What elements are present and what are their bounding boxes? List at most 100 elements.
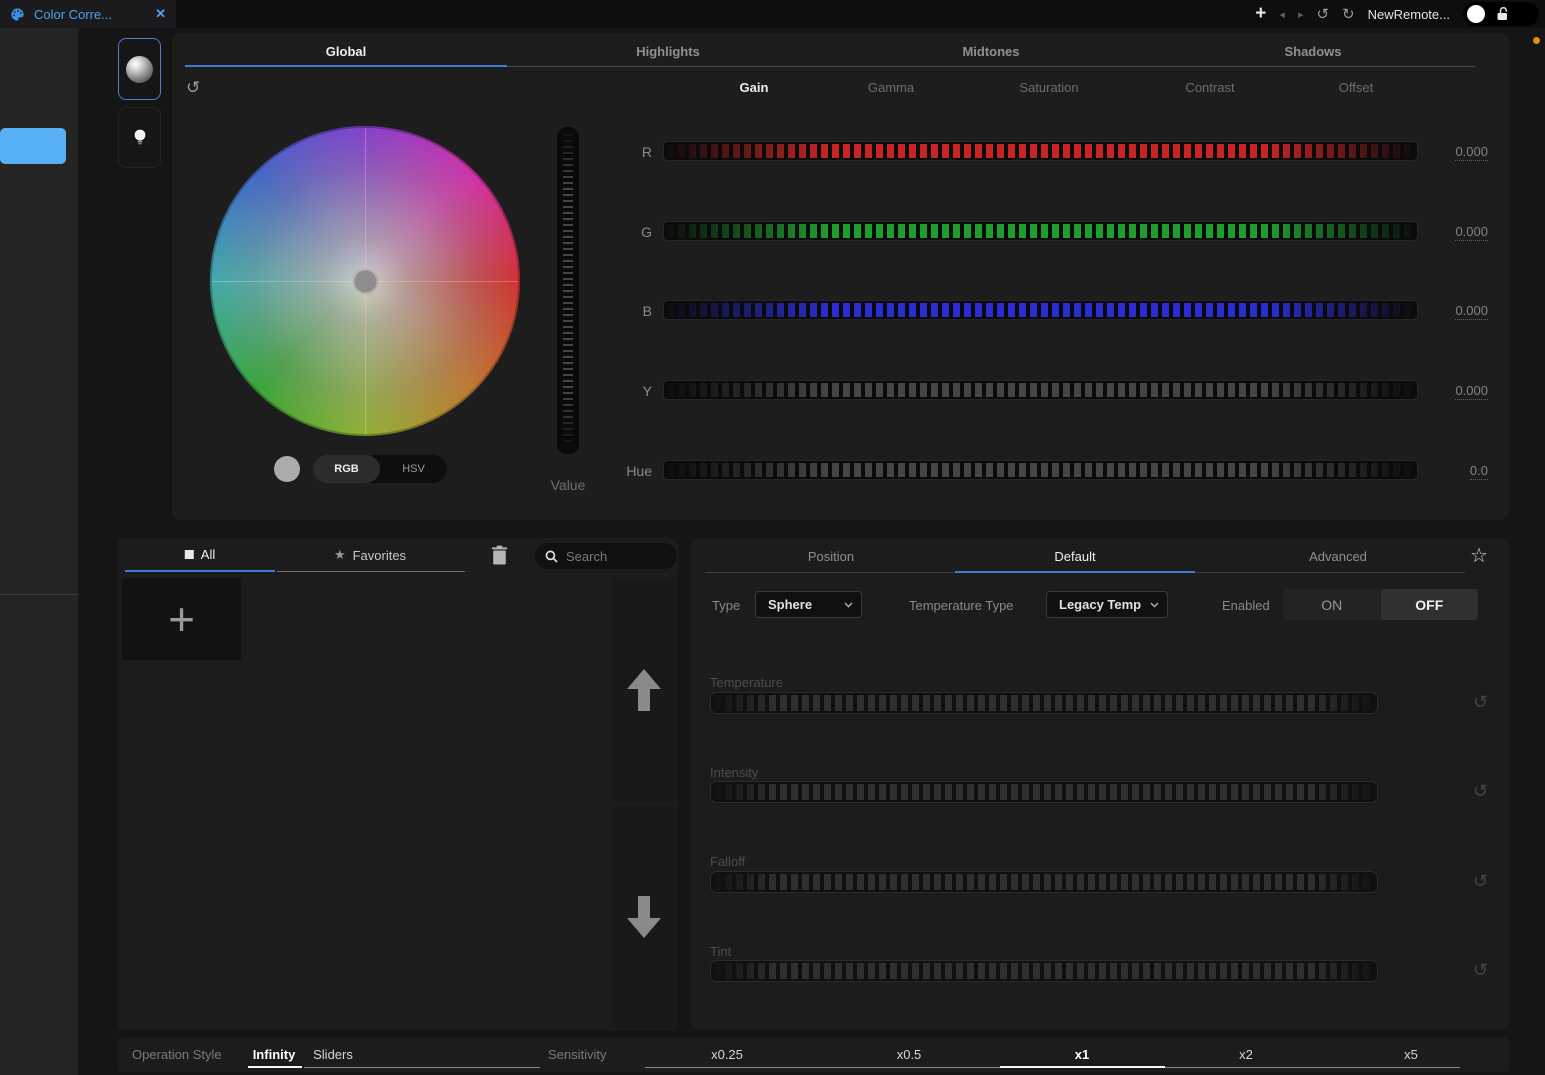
mode-rgb[interactable]: RGB bbox=[313, 455, 380, 483]
tab-advanced[interactable]: Advanced bbox=[1309, 549, 1367, 564]
add-icon[interactable]: + bbox=[1255, 3, 1266, 25]
slider-hue[interactable] bbox=[663, 460, 1418, 480]
undo-icon[interactable]: ↺ bbox=[1316, 7, 1329, 22]
sphere-icon bbox=[126, 56, 153, 83]
sensitivity-x2[interactable]: x2 bbox=[1239, 1047, 1253, 1062]
plus-icon: + bbox=[168, 592, 195, 646]
type-label: Type bbox=[712, 598, 740, 613]
search-input[interactable] bbox=[564, 548, 658, 565]
footer-bar: Operation Style Infinity Sliders Sensiti… bbox=[118, 1038, 1509, 1072]
subtab-gamma[interactable]: Gamma bbox=[868, 80, 914, 95]
scroll-down-button[interactable] bbox=[611, 806, 677, 1028]
value-slider[interactable] bbox=[556, 126, 580, 455]
slider-value-y[interactable]: 0.000 bbox=[1418, 383, 1488, 398]
enabled-label: Enabled bbox=[1222, 598, 1270, 613]
intensity-slider[interactable] bbox=[710, 781, 1378, 803]
color-wheel-knob[interactable] bbox=[355, 271, 376, 292]
active-properties-tab-underline bbox=[955, 571, 1195, 573]
slider-r[interactable] bbox=[663, 141, 1418, 161]
subtab-gain[interactable]: Gain bbox=[740, 80, 769, 95]
tab-default[interactable]: Default bbox=[1054, 549, 1095, 564]
slider-value-r[interactable]: 0.000 bbox=[1418, 144, 1488, 159]
subtab-contrast[interactable]: Contrast bbox=[1185, 80, 1234, 95]
tab-favorites-label: Favorites bbox=[353, 548, 406, 563]
tab-favorites[interactable]: ★ Favorites bbox=[334, 547, 406, 563]
color-correction-window: Color Corre... ✕ + ◂ ▸ ↺ ↻ NewRemote... bbox=[0, 0, 1545, 1075]
operation-style-underline bbox=[304, 1067, 540, 1068]
sensitivity-label: Sensitivity bbox=[548, 1047, 607, 1062]
redo-icon[interactable]: ↻ bbox=[1342, 7, 1355, 22]
tab-position[interactable]: Position bbox=[808, 549, 854, 564]
temperature-reset-icon[interactable]: ↺ bbox=[1473, 693, 1488, 711]
slider-label-b: B bbox=[592, 303, 652, 319]
tab-all[interactable]: All bbox=[185, 547, 215, 562]
slider-value-g[interactable]: 0.000 bbox=[1418, 224, 1488, 239]
color-correction-panel: Global Highlights Midtones Shadows ↺ Gai… bbox=[172, 33, 1509, 520]
left-sidebar bbox=[0, 28, 79, 1075]
tab-midtones[interactable]: Midtones bbox=[962, 44, 1019, 59]
project-name[interactable]: NewRemote... bbox=[1368, 7, 1450, 22]
session-pill[interactable] bbox=[1463, 2, 1539, 26]
sensitivity-x5[interactable]: x5 bbox=[1404, 1047, 1418, 1062]
close-icon[interactable]: ✕ bbox=[155, 6, 166, 22]
tint-slider[interactable] bbox=[710, 960, 1378, 982]
operation-style-sliders[interactable]: Sliders bbox=[313, 1047, 353, 1062]
forward-icon[interactable]: ▸ bbox=[1298, 8, 1304, 21]
tint-slider-label: Tint bbox=[710, 944, 731, 959]
palette-icon bbox=[10, 7, 25, 22]
slider-g[interactable] bbox=[663, 221, 1418, 241]
enabled-on-button[interactable]: ON bbox=[1283, 589, 1381, 620]
document-tab[interactable]: Color Corre... ✕ bbox=[0, 0, 176, 28]
title-bar: Color Corre... ✕ + ◂ ▸ ↺ ↻ NewRemote... bbox=[0, 0, 1545, 28]
add-preset-button[interactable]: + bbox=[122, 578, 241, 660]
scroll-up-button[interactable] bbox=[611, 578, 677, 802]
slider-b[interactable] bbox=[663, 300, 1418, 320]
sphere-tool-button[interactable] bbox=[118, 38, 161, 100]
tab-shadows[interactable]: Shadows bbox=[1284, 44, 1341, 59]
slider-label-hue: Hue bbox=[592, 463, 652, 479]
tint-reset-icon[interactable]: ↺ bbox=[1473, 961, 1488, 979]
tab-global[interactable]: Global bbox=[326, 44, 366, 59]
search-box bbox=[535, 543, 677, 569]
sensitivity-x025[interactable]: x0.25 bbox=[711, 1047, 743, 1062]
light-tool-button[interactable] bbox=[118, 107, 161, 168]
temperature-type-select[interactable]: Legacy Temp bbox=[1046, 591, 1168, 618]
intensity-reset-icon[interactable]: ↺ bbox=[1473, 782, 1488, 800]
subtab-saturation[interactable]: Saturation bbox=[1019, 80, 1078, 95]
tab-highlights[interactable]: Highlights bbox=[636, 44, 700, 59]
trash-icon[interactable] bbox=[491, 545, 508, 566]
slider-value-b[interactable]: 0.000 bbox=[1418, 303, 1488, 318]
color-mode-toggle: RGB HSV bbox=[313, 455, 447, 483]
subtab-offset[interactable]: Offset bbox=[1339, 80, 1373, 95]
arrow-up-icon bbox=[625, 667, 663, 713]
color-preview-swatch bbox=[274, 456, 300, 482]
temperature-slider-label: Temperature bbox=[710, 675, 783, 690]
chevron-down-icon bbox=[1150, 602, 1159, 608]
slider-y[interactable] bbox=[663, 380, 1418, 400]
temperature-slider[interactable] bbox=[710, 692, 1378, 714]
reset-icon[interactable]: ↺ bbox=[186, 79, 200, 96]
notification-dot bbox=[1533, 37, 1540, 44]
color-wheel[interactable] bbox=[210, 126, 520, 436]
lightbulb-icon bbox=[132, 128, 148, 148]
type-select-value: Sphere bbox=[768, 597, 812, 612]
operation-style-label: Operation Style bbox=[132, 1047, 222, 1062]
temperature-type-select-value: Legacy Temp bbox=[1059, 597, 1141, 612]
status-circle-icon bbox=[1467, 5, 1485, 23]
falloff-reset-icon[interactable]: ↺ bbox=[1473, 872, 1488, 890]
enabled-off-button[interactable]: OFF bbox=[1381, 589, 1479, 620]
sensitivity-x1[interactable]: x1 bbox=[1075, 1047, 1089, 1062]
falloff-slider[interactable] bbox=[710, 871, 1378, 893]
slider-value-hue[interactable]: 0.0 bbox=[1418, 463, 1488, 478]
operation-style-infinity[interactable]: Infinity bbox=[253, 1047, 296, 1062]
slider-label-y: Y bbox=[592, 383, 652, 399]
type-select[interactable]: Sphere bbox=[755, 591, 862, 618]
enabled-toggle: ON OFF bbox=[1283, 589, 1478, 620]
favorite-star-icon[interactable]: ☆ bbox=[1470, 543, 1488, 568]
star-icon: ★ bbox=[334, 547, 346, 563]
sensitivity-x05[interactable]: x0.5 bbox=[897, 1047, 922, 1062]
mode-hsv[interactable]: HSV bbox=[380, 455, 447, 483]
selected-list-item[interactable] bbox=[0, 128, 66, 164]
toolbar: + ◂ ▸ ↺ ↻ NewRemote... bbox=[1255, 0, 1539, 28]
back-icon[interactable]: ◂ bbox=[1279, 8, 1285, 21]
